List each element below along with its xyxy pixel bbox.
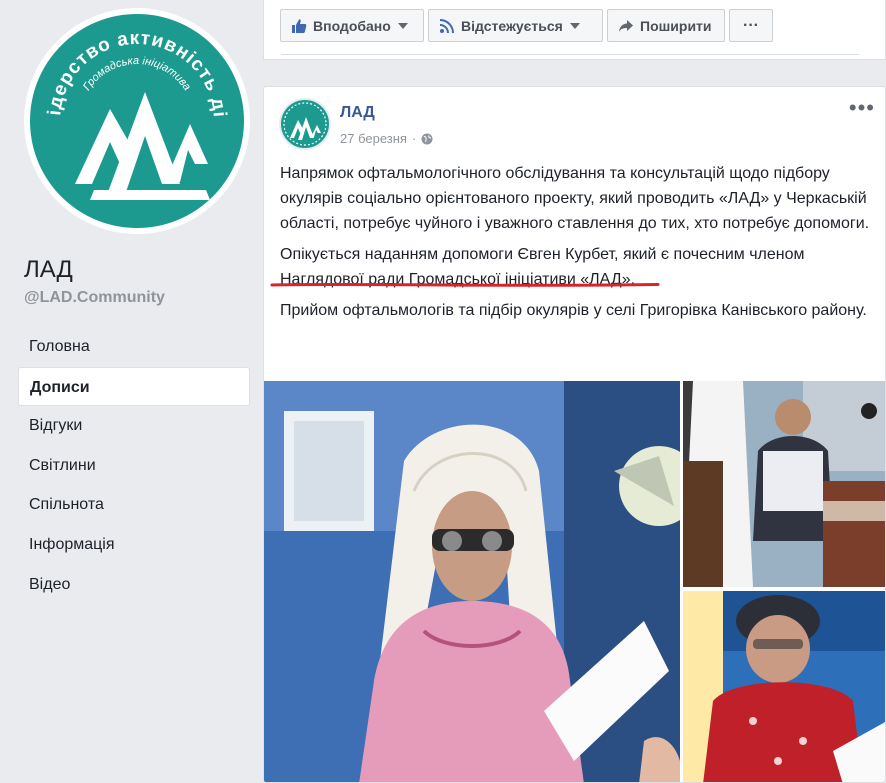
photo-consultation xyxy=(683,381,885,587)
page-name[interactable]: ЛАД xyxy=(24,256,73,284)
share-arrow-icon xyxy=(619,19,633,32)
lad-logo-graphic: Лідерство активність дія Громадська ініц… xyxy=(30,14,229,200)
following-label: Відстежується xyxy=(461,17,563,34)
photo-eye-exam xyxy=(264,381,680,782)
liked-label: Вподобано xyxy=(313,17,391,34)
post-photo-grid xyxy=(264,381,885,782)
nav-item-home[interactable]: Головна xyxy=(18,327,250,366)
post-photo-main[interactable] xyxy=(264,381,680,782)
share-button[interactable]: Поширити xyxy=(607,9,725,42)
divider xyxy=(281,54,859,55)
nav-item-posts[interactable]: Дописи xyxy=(18,366,250,406)
nav-item-photos[interactable]: Світлини xyxy=(18,446,250,485)
post-paragraph: Прийом офтальмологів та підбір окулярів … xyxy=(280,302,867,319)
more-options-label: ··· xyxy=(743,16,759,34)
lad-logo-small xyxy=(283,102,327,146)
globe-icon[interactable] xyxy=(421,133,433,145)
rss-icon xyxy=(439,18,454,33)
post-author-name[interactable]: ЛАД xyxy=(340,104,375,122)
page-sidebar: Лідерство активність дія Громадська ініц… xyxy=(0,0,260,783)
post-options-button[interactable]: ••• xyxy=(849,97,875,119)
chevron-down-icon xyxy=(397,22,408,29)
post-author-avatar[interactable] xyxy=(279,98,331,150)
post-photo-top-right[interactable] xyxy=(683,381,885,587)
photo-reading-test xyxy=(683,591,885,782)
page-profile-picture[interactable]: Лідерство активність дія Громадська ініц… xyxy=(24,8,250,234)
post-paragraph: Напрямок офтальмологічного обслідування … xyxy=(280,165,870,232)
page-navigation: Головна Дописи Відгуки Світлини Спільнот… xyxy=(18,327,250,604)
post-card: ЛАД 27 березня · ••• Напрямок офтальмоло… xyxy=(263,86,886,783)
post-body: Напрямок офтальмологічного обслідування … xyxy=(280,161,870,329)
post-timestamp: 27 березня · xyxy=(340,131,433,146)
nav-item-videos[interactable]: Відео xyxy=(18,565,250,604)
following-button[interactable]: Відстежується xyxy=(428,9,603,42)
chevron-down-icon xyxy=(569,22,580,29)
lad-logo: Лідерство активність дія Громадська ініц… xyxy=(30,14,244,228)
more-options-button[interactable]: ··· xyxy=(729,9,773,42)
post-date-text[interactable]: 27 березня xyxy=(340,131,407,146)
thumbs-up-icon xyxy=(292,18,307,33)
share-label: Поширити xyxy=(640,17,712,34)
nav-item-about[interactable]: Інформація xyxy=(18,525,250,564)
separator-dot: · xyxy=(411,131,417,146)
page-action-bar: Вподобано Відстежується Поширити ··· xyxy=(263,0,886,60)
nav-item-community[interactable]: Спільнота xyxy=(18,485,250,524)
red-underline-annotation xyxy=(270,282,660,287)
liked-button[interactable]: Вподобано xyxy=(280,9,424,42)
nav-item-reviews[interactable]: Відгуки xyxy=(18,406,250,445)
post-photo-bottom-right[interactable] xyxy=(683,591,885,782)
page-handle[interactable]: @LAD.Community xyxy=(24,289,165,307)
